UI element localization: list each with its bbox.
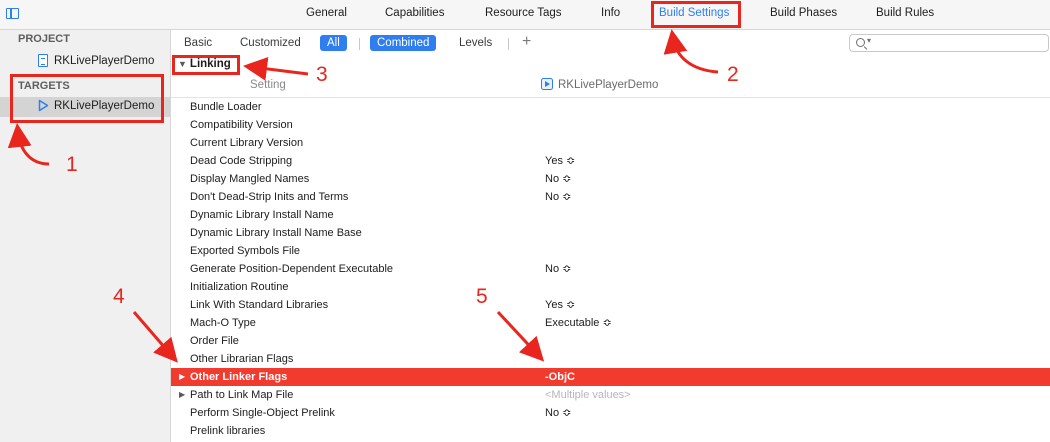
annotation-box-linking [172,55,240,75]
filter-all[interactable]: All [320,35,347,51]
setting-value[interactable]: No ≎ [545,260,571,278]
setting-name: Don't Dead-Strip Inits and Terms [190,191,349,203]
filter-divider-2 [508,38,509,50]
project-header: PROJECT [18,33,70,45]
setting-name: Dead Code Stripping [190,155,293,167]
setting-row[interactable]: Prelink libraries [171,422,1050,440]
build-settings-filter-bar: Basic Customized All Combined Levels + ▾ [171,30,1050,56]
setting-value[interactable]: No ≎ [545,170,571,188]
setting-name: Initialization Routine [190,281,289,293]
setting-name: Other Linker Flags [190,371,288,383]
annotation-label-1: 1 [66,153,78,176]
setting-row[interactable]: Bundle Loader [171,98,1050,116]
setting-row[interactable]: Generate Position-Dependent Executable No… [171,260,1050,278]
setting-name: Generate Position-Dependent Executable [190,263,394,275]
tab-build-phases[interactable]: Build Phases [770,7,837,19]
navigator-toggle-icon[interactable] [6,8,19,19]
add-setting-button[interactable]: + [522,33,531,51]
setting-name: Dynamic Library Install Name [190,209,334,221]
tab-general[interactable]: General [306,7,347,19]
setting-value[interactable]: Executable ≎ [545,314,612,332]
editor-tab-bar: General Capabilities Resource Tags Info … [0,0,1050,30]
setting-row[interactable]: Compatibility Version [171,116,1050,134]
column-header-setting: Setting [250,79,286,91]
project-file-icon [38,54,48,67]
setting-row[interactable]: Current Library Version [171,134,1050,152]
tab-capabilities[interactable]: Capabilities [385,7,444,19]
project-item[interactable]: RKLivePlayerDemo [0,52,170,72]
chevron-down-icon: ▾ [867,36,872,45]
setting-name: Exported Symbols File [190,245,301,257]
setting-name: Other Librarian Flags [190,353,294,365]
setting-name: Path to Link Map File [190,389,294,401]
setting-row[interactable]: Order File [171,332,1050,350]
setting-row[interactable]: Dynamic Library Install Name Base [171,224,1050,242]
setting-value[interactable]: No ≎ [545,188,571,206]
setting-name: Bundle Loader [190,101,262,113]
setting-row[interactable]: Exported Symbols File [171,242,1050,260]
setting-row[interactable]: Initialization Routine [171,278,1050,296]
setting-row[interactable]: Dynamic Library Install Name [171,206,1050,224]
setting-name: Mach-O Type [190,317,256,329]
app-target-icon [541,78,553,90]
setting-name: Display Mangled Names [190,173,310,185]
setting-name: Compatibility Version [190,119,293,131]
filter-divider [359,38,360,50]
disclosure-triangle-icon[interactable]: ▶ [179,368,185,386]
annotation-box-targets [10,74,164,123]
column-header-target: RKLivePlayerDemo [541,78,658,91]
setting-row[interactable]: Link With Standard Libraries Yes ≎ [171,296,1050,314]
setting-name: Prelink libraries [190,425,266,437]
tab-build-rules[interactable]: Build Rules [876,7,934,19]
project-item-label: RKLivePlayerDemo [54,55,155,67]
setting-row[interactable]: Display Mangled Names No ≎ [171,170,1050,188]
setting-row[interactable]: Don't Dead-Strip Inits and Terms No ≎ [171,188,1050,206]
filter-combined[interactable]: Combined [370,35,437,51]
setting-name: Link With Standard Libraries [190,299,329,311]
annotation-arrow-3 [243,56,309,81]
setting-value[interactable]: -ObjC [545,368,575,386]
setting-name: Perform Single-Object Prelink [190,407,335,419]
filter-levels[interactable]: Levels [459,37,492,49]
setting-value[interactable]: Yes ≎ [545,296,575,314]
setting-name: Current Library Version [190,137,304,149]
column-header-target-label: RKLivePlayerDemo [558,79,659,91]
setting-row[interactable]: Perform Single-Object Prelink No ≎ [171,404,1050,422]
annotation-label-5: 5 [476,285,488,308]
setting-value[interactable]: Yes ≎ [545,152,575,170]
disclosure-triangle-icon[interactable]: ▶ [179,386,185,404]
tab-resource-tags[interactable]: Resource Tags [485,7,562,19]
search-icon [856,38,865,47]
annotation-label-3: 3 [316,63,328,86]
setting-row[interactable]: Dead Code Stripping Yes ≎ [171,152,1050,170]
filter-customized[interactable]: Customized [240,37,301,49]
setting-name: Order File [190,335,239,347]
setting-name: Dynamic Library Install Name Base [190,227,362,239]
annotation-label-2: 2 [727,63,739,86]
setting-value[interactable]: No ≎ [545,404,571,422]
setting-row[interactable]: Mach-O Type Executable ≎ [171,314,1050,332]
setting-row[interactable]: Other Librarian Flags [171,350,1050,368]
filter-basic[interactable]: Basic [184,37,212,49]
annotation-label-4: 4 [113,285,125,308]
tab-info[interactable]: Info [601,7,620,19]
setting-value[interactable]: <Multiple values> [545,386,631,404]
setting-row[interactable]: ▶ Path to Link Map File <Multiple values> [171,386,1050,404]
settings-search-field[interactable]: ▾ [849,34,1049,52]
annotation-box-build-settings [651,1,741,28]
setting-row-other-linker-flags[interactable]: ▶ Other Linker Flags -ObjC [171,368,1050,386]
